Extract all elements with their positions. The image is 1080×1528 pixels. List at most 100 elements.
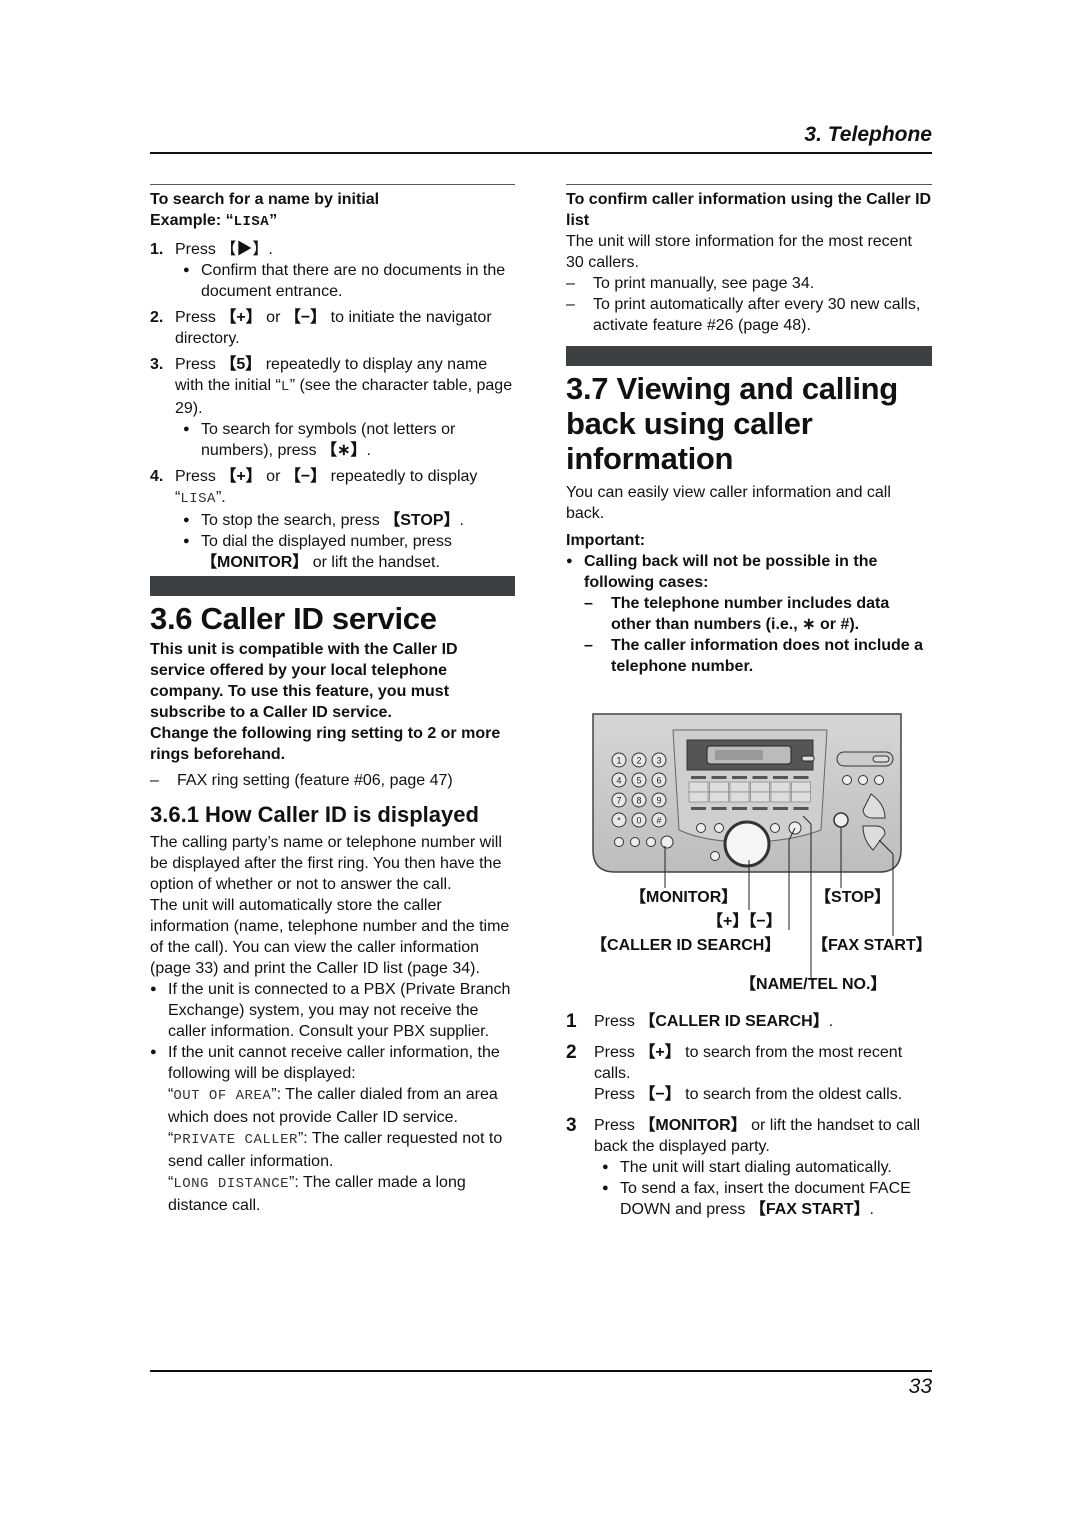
one-touch-key [729, 781, 750, 793]
one-touch-key [709, 791, 729, 803]
step-number: 3. [150, 356, 164, 373]
minus-key-icon: − [639, 1086, 680, 1103]
step-text: Press [594, 1117, 640, 1134]
footer-rule [150, 1370, 932, 1372]
bullet-text: To dial the displayed number, press [201, 533, 452, 550]
indicator [773, 776, 788, 779]
section-divider [150, 184, 515, 185]
bullet-text: . [459, 512, 464, 529]
keypad-key: 8 [631, 792, 647, 808]
indicator [711, 776, 727, 779]
dash-item: FAX ring setting (feature #06, page 47) [150, 770, 515, 791]
fax-start-label: FAX START [812, 937, 932, 954]
step-1: 1 Press CALLER ID SEARCH. [566, 1011, 932, 1032]
subsection-title: 3.6.1 How Caller ID is displayed [150, 802, 479, 827]
round-button [630, 837, 640, 847]
keypad-key: 9 [651, 792, 667, 808]
one-touch-key [770, 781, 791, 793]
step-number: 1. [150, 241, 164, 258]
bullet-item: The unit will start dialing automaticall… [594, 1157, 932, 1178]
label-caller-id-search: CALLER ID SEARCH [591, 935, 780, 956]
bullet-text: or lift the handset. [308, 554, 440, 571]
paragraph: The unit will store information for the … [566, 233, 912, 271]
plus-key-icon: + [220, 309, 261, 326]
important-label: Important: [566, 532, 646, 549]
indicator [711, 807, 727, 810]
svg-text:6: 6 [656, 776, 661, 786]
step-2: 2. Press + or − to initiate the navigato… [150, 307, 515, 349]
step-text: Press [594, 1044, 640, 1061]
callback-steps-block: 1 Press CALLER ID SEARCH. 2 Press + to s… [566, 1011, 932, 1230]
callback-steps: 1 Press CALLER ID SEARCH. 2 Press + to s… [566, 1011, 932, 1220]
svg-text:#: # [656, 816, 661, 826]
step-text: Press [175, 356, 221, 373]
section-title: 3.6 Caller ID service [150, 601, 437, 636]
paragraph: You can easily view caller information a… [566, 484, 891, 522]
keypad-key: 7 [611, 792, 627, 808]
message-item: “OUT OF AREA”: The caller dialed from an… [168, 1086, 498, 1126]
confirm-heading: To confirm caller information using the … [566, 191, 932, 229]
svg-text:7: 7 [616, 796, 621, 806]
section-3-6: 3.6 Caller ID service This unit is compa… [150, 601, 515, 1216]
section-title: 3.7 Viewing and calling back using calle… [566, 371, 898, 476]
bullet-item: To dial the displayed number, press MONI… [175, 531, 515, 573]
fax-control-panel-illustration: 1 2 3 4 5 6 7 8 9 * 0 # [592, 713, 902, 880]
paragraph: The calling party’s name or telephone nu… [150, 834, 502, 893]
bullet-item: If the unit is connected to a PBX (Priva… [142, 979, 515, 1042]
indicator [732, 807, 747, 810]
step-text: repeatedly to display [326, 468, 478, 485]
step-1: 1. Press ▶. Confirm that there are no do… [150, 239, 515, 302]
page-number: 33 [908, 1375, 932, 1398]
step-text: Press [594, 1086, 640, 1103]
step-text: or [261, 309, 285, 326]
header-rule [150, 152, 932, 154]
search-by-initial-block: To search for a name by initial Example:… [150, 189, 515, 578]
svg-text:3: 3 [656, 756, 661, 766]
navigator-dial [723, 820, 771, 868]
search-initial-heading: To search for a name by initial [150, 191, 380, 208]
keypad-key: 3 [651, 752, 667, 768]
one-touch-key [791, 781, 811, 793]
step-4: 4. Press + or − repeatedly to display “L… [150, 466, 515, 573]
bullet-item: To stop the search, press STOP. [175, 510, 515, 531]
indicator [773, 807, 788, 810]
bullet-item: Confirm that there are no documents in t… [175, 260, 515, 302]
round-button [770, 823, 780, 833]
bullet-text: Calling back will not be possible in the… [584, 553, 878, 591]
step-number: 2. [150, 309, 164, 326]
dash-item: The telephone number includes data other… [584, 593, 932, 635]
display-text: LISA [180, 491, 216, 507]
display-char: L [280, 379, 290, 395]
indicator [691, 807, 706, 810]
round-button [646, 837, 656, 847]
keypad-key: 2 [631, 752, 647, 768]
one-touch-key [750, 791, 770, 803]
section-bar [150, 576, 515, 596]
svg-text:*: * [617, 816, 621, 826]
name-tel-label: NAME/TEL NO. [740, 976, 886, 993]
step-number: 3 [566, 1115, 577, 1136]
round-button [842, 775, 852, 785]
star-key-icon: ∗ [321, 442, 366, 459]
keypad-key: 1 [611, 752, 627, 768]
stop-button-shape [833, 812, 849, 828]
example-prefix: Example: “ [150, 212, 234, 229]
paragraph: The unit will automatically store the ca… [150, 897, 510, 977]
monitor-label: MONITOR [630, 889, 737, 906]
keypad-key: 6 [651, 772, 667, 788]
label-monitor: MONITOR [630, 887, 737, 908]
stop-label: STOP [815, 889, 890, 906]
keypad-key: 5 [631, 772, 647, 788]
indicator [752, 776, 768, 779]
chapter-title: 3. Telephone [804, 123, 932, 146]
step-text: Press [175, 241, 221, 258]
stop-key: STOP [384, 512, 459, 529]
step-text: or [261, 468, 285, 485]
section-divider [566, 184, 932, 185]
bullet-text: . [366, 442, 371, 459]
step-number: 4. [150, 468, 164, 485]
indicator [793, 807, 809, 810]
right-arrow-key-icon: ▶ [220, 241, 268, 258]
one-touch-key [750, 781, 770, 793]
svg-text:8: 8 [636, 796, 641, 806]
